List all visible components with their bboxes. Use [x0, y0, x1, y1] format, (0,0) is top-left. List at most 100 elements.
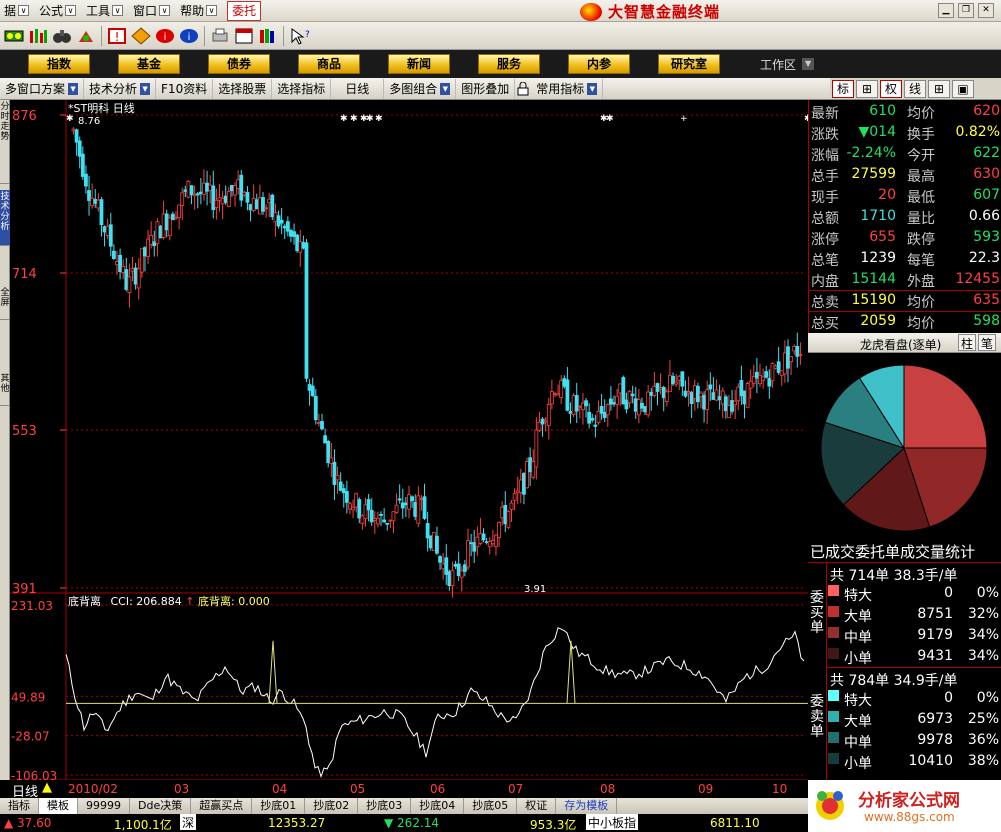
candle-body — [686, 391, 691, 394]
template-tab[interactable]: Dde决策 — [130, 798, 192, 814]
blue-info-icon[interactable]: i — [178, 25, 200, 47]
f10-info[interactable]: F10资料 — [156, 78, 214, 99]
window-layout-icon[interactable] — [233, 25, 255, 47]
period-up-icon[interactable]: ▲ — [42, 780, 52, 795]
lock-icon[interactable] — [515, 79, 531, 99]
event-marker-icon[interactable]: ✱ — [366, 114, 374, 124]
tab-panel-icon[interactable]: ▣ — [952, 79, 974, 98]
diamond-icon[interactable] — [130, 25, 152, 47]
nav-news-button[interactable]: 新闻 — [388, 54, 450, 74]
date-label: 09 — [698, 782, 714, 796]
dropdown-arrow-icon[interactable]: ▼ — [587, 82, 598, 95]
order-size-name: 特大 — [844, 588, 872, 604]
help-pointer-icon[interactable]: ? — [288, 25, 310, 47]
status-sme-index[interactable]: 中小板指 — [586, 814, 639, 830]
candle-body — [506, 510, 511, 528]
tab-mark[interactable]: 标 — [832, 79, 854, 98]
nav-research-button[interactable]: 研究室 — [658, 54, 720, 74]
radar-icon[interactable] — [75, 25, 97, 47]
menu-data[interactable]: 据 ∨ — [0, 1, 35, 21]
quote-board-icon[interactable] — [3, 25, 25, 47]
print-icon[interactable] — [209, 25, 231, 47]
candle-body — [441, 563, 446, 570]
nav-index-button[interactable]: 指数 — [28, 54, 90, 74]
template-tab[interactable]: 抄底01 — [252, 798, 306, 814]
candle-body — [177, 204, 182, 218]
kline-chart[interactable]: 876 714 553 391 231.03 49.89 -28.07 -106.03 ✱ ✱… — [10, 100, 808, 780]
event-marker-icon[interactable]: ✱ — [606, 114, 614, 124]
quote-label: 涨幅 — [811, 148, 839, 164]
template-tab[interactable]: 权证 — [517, 798, 557, 814]
event-marker-icon[interactable]: ✱ — [66, 114, 74, 124]
event-marker-icon[interactable]: ✱ — [340, 114, 348, 124]
candle-body — [158, 225, 163, 239]
workspace-dropdown-icon[interactable]: ▼ — [802, 58, 815, 70]
red-info-icon[interactable]: i — [154, 25, 176, 47]
menu-trade[interactable]: 委托 — [227, 0, 262, 21]
select-stock[interactable]: 选择股票 — [213, 78, 273, 99]
quote-value: 2059 — [860, 313, 896, 329]
multi-chart-combo[interactable]: 多图组合 ▼ — [384, 78, 457, 99]
tab-grid-icon[interactable]: ⊞ — [856, 79, 878, 98]
bar-chart-icon[interactable] — [27, 25, 49, 47]
vtab-tech-analysis[interactable]: 技术分析 — [0, 190, 10, 246]
nav-bar: 指数 基金 债券 商品 新闻 服务 内参 研究室 工作区 ▼ — [0, 50, 1001, 78]
common-indicators[interactable]: 常用指标 ▼ — [531, 78, 604, 99]
dropdown-arrow-icon[interactable]: ▼ — [140, 82, 151, 95]
candle-body — [195, 193, 200, 196]
period-daily[interactable]: 日线 — [331, 78, 385, 99]
menu-window[interactable]: 窗口 ∨ — [129, 1, 176, 21]
template-tab[interactable]: 超赢买点 — [191, 798, 253, 814]
candle-body — [786, 346, 790, 369]
nav-commodity-button[interactable]: 商品 — [298, 54, 360, 74]
nav-service-button[interactable]: 服务 — [478, 54, 540, 74]
tech-analysis[interactable]: 技术分析 ▼ — [84, 78, 157, 99]
nav-insider-button[interactable]: 内参 — [568, 54, 630, 74]
dropdown-arrow-icon[interactable]: ▼ — [68, 82, 79, 95]
template-tab[interactable]: 模板 — [39, 798, 78, 814]
restore-icon[interactable]: ❐ — [958, 3, 974, 18]
vtab-fullscreen[interactable]: 全屏 — [0, 286, 10, 320]
template-tab[interactable]: 抄底04 — [411, 798, 465, 814]
multi-window-scheme[interactable]: 多窗口方案 ▼ — [0, 78, 85, 99]
status-market-sz[interactable]: 深 — [180, 814, 196, 830]
chart-canvas[interactable]: 876714553391 231.0349.89-28.07-106.03 ✱ ✱… — [10, 100, 808, 780]
template-tab[interactable]: 抄底03 — [358, 798, 412, 814]
tab-bar-view[interactable]: 柱 — [958, 334, 976, 351]
template-tab[interactable]: 指标 — [0, 798, 39, 814]
template-tab[interactable]: 99999 — [78, 798, 130, 814]
minimize-icon[interactable]: ▁ — [938, 3, 954, 18]
quote-value: -2.24% — [846, 145, 896, 161]
template-tab[interactable]: 抄底02 — [305, 798, 359, 814]
tab-rights[interactable]: 权 — [880, 79, 902, 98]
tab-tick-view[interactable]: 笔 — [978, 334, 996, 351]
books-icon[interactable] — [257, 25, 279, 47]
template-tab[interactable]: 抄底05 — [464, 798, 518, 814]
dropdown-arrow-icon[interactable]: ▼ — [440, 82, 451, 95]
tab-line[interactable]: 线 — [904, 79, 926, 98]
tab-grid2-icon[interactable]: ⊞ — [928, 79, 950, 98]
workspace-label[interactable]: 工作区 — [760, 56, 796, 73]
candle-body — [490, 540, 495, 545]
alert-icon[interactable]: ! — [106, 25, 128, 47]
indicator-tick-label: -106.03 — [11, 769, 57, 780]
menu-formula[interactable]: 公式 ∨ — [35, 1, 82, 21]
menu-help[interactable]: 帮助 ∨ — [176, 1, 223, 21]
event-marker-icon[interactable]: ✱ — [350, 114, 358, 124]
quote-value: 1239 — [860, 250, 896, 266]
event-marker-icon[interactable]: ✱ — [375, 114, 383, 124]
nav-fund-button[interactable]: 基金 — [118, 54, 180, 74]
vtab-intraday[interactable]: 分时走势 — [0, 100, 10, 184]
event-marker-icon[interactable]: + — [680, 114, 688, 124]
close-icon[interactable]: ✕ — [978, 3, 994, 18]
candle-body — [354, 493, 359, 508]
binoculars-icon[interactable] — [51, 25, 73, 47]
template-tab[interactable]: 存为模板 — [556, 798, 618, 814]
chart-overlay[interactable]: 图形叠加 — [456, 78, 516, 99]
nav-bond-button[interactable]: 债券 — [208, 54, 270, 74]
chart-title: *ST明科 日线 — [68, 101, 135, 115]
menu-tools[interactable]: 工具 ∨ — [82, 1, 129, 21]
select-indicator[interactable]: 选择指标 — [272, 78, 332, 99]
legend-swatch — [828, 648, 839, 659]
vtab-other[interactable]: 其他 — [0, 372, 10, 406]
